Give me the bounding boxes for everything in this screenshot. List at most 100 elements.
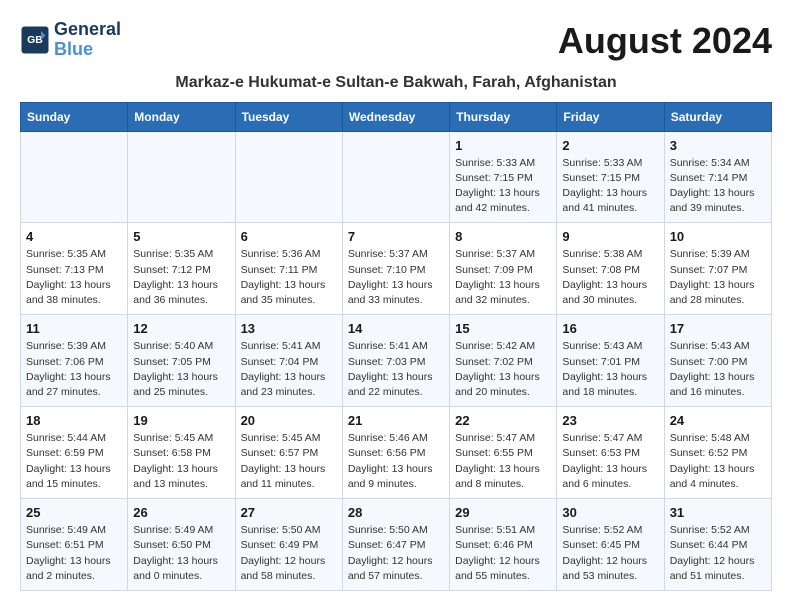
calendar-cell: 16 Sunrise: 5:43 AMSunset: 7:01 PMDayligh… — [557, 315, 664, 407]
day-number: 31 — [670, 505, 766, 520]
calendar-table: SundayMondayTuesdayWednesdayThursdayFrid… — [20, 102, 772, 591]
logo-icon: GB — [20, 25, 50, 55]
day-info: Sunrise: 5:40 AMSunset: 7:05 PMDaylight:… — [133, 339, 229, 400]
week-row-1: 1 Sunrise: 5:33 AMSunset: 7:15 PMDaylight… — [21, 131, 772, 223]
day-info: Sunrise: 5:37 AMSunset: 7:10 PMDaylight:… — [348, 247, 444, 308]
logo-line2: Blue — [54, 40, 121, 60]
calendar-cell: 29 Sunrise: 5:51 AMSunset: 6:46 PMDayligh… — [450, 499, 557, 591]
header-sunday: Sunday — [21, 102, 128, 131]
calendar-cell: 11Sunrise: 5:39 AMSunset: 7:06 PMDayligh… — [21, 315, 128, 407]
svg-text:GB: GB — [27, 34, 43, 46]
calendar-cell: 22Sunrise: 5:47 AMSunset: 6:55 PMDayligh… — [450, 407, 557, 499]
calendar-body: 1 Sunrise: 5:33 AMSunset: 7:15 PMDaylight… — [21, 131, 772, 590]
day-number: 7 — [348, 229, 444, 244]
calendar-cell: 6Sunrise: 5:36 AMSunset: 7:11 PMDaylight… — [235, 223, 342, 315]
month-year: August 2024 — [558, 20, 772, 62]
day-info: Sunrise: 5:44 AMSunset: 6:59 PMDaylight:… — [26, 431, 122, 492]
day-info: Sunrise: 5:49 AMSunset: 6:50 PMDaylight:… — [133, 523, 229, 584]
day-number: 25 — [26, 505, 122, 520]
week-row-2: 4 Sunrise: 5:35 AMSunset: 7:13 PMDaylight… — [21, 223, 772, 315]
calendar-cell: 1 Sunrise: 5:33 AMSunset: 7:15 PMDaylight… — [450, 131, 557, 223]
day-number: 23 — [562, 413, 658, 428]
day-number: 26 — [133, 505, 229, 520]
calendar-cell: 18 Sunrise: 5:44 AMSunset: 6:59 PMDayligh… — [21, 407, 128, 499]
calendar-cell: 5 Sunrise: 5:35 AMSunset: 7:12 PMDaylight… — [128, 223, 235, 315]
day-info: Sunrise: 5:50 AMSunset: 6:49 PMDaylight:… — [241, 523, 337, 584]
calendar-cell — [235, 131, 342, 223]
day-info: Sunrise: 5:35 AMSunset: 7:12 PMDaylight:… — [133, 247, 229, 308]
calendar-cell: 20 Sunrise: 5:45 AMSunset: 6:57 PMDayligh… — [235, 407, 342, 499]
day-info: Sunrise: 5:35 AMSunset: 7:13 PMDaylight:… — [26, 247, 122, 308]
week-row-3: 11Sunrise: 5:39 AMSunset: 7:06 PMDayligh… — [21, 315, 772, 407]
day-info: Sunrise: 5:42 AMSunset: 7:02 PMDaylight:… — [455, 339, 551, 400]
day-number: 3 — [670, 138, 766, 153]
day-info: Sunrise: 5:43 AMSunset: 7:00 PMDaylight:… — [670, 339, 766, 400]
calendar-cell — [342, 131, 449, 223]
calendar-cell: 9 Sunrise: 5:38 AMSunset: 7:08 PMDaylight… — [557, 223, 664, 315]
calendar-cell: 31 Sunrise: 5:52 AMSunset: 6:44 PMDayligh… — [664, 499, 771, 591]
day-number: 5 — [133, 229, 229, 244]
day-info: Sunrise: 5:47 AMSunset: 6:53 PMDaylight:… — [562, 431, 658, 492]
day-number: 19 — [133, 413, 229, 428]
day-number: 27 — [241, 505, 337, 520]
calendar-cell: 24 Sunrise: 5:48 AMSunset: 6:52 PMDayligh… — [664, 407, 771, 499]
day-number: 9 — [562, 229, 658, 244]
day-number: 22 — [455, 413, 551, 428]
location: Markaz-e Hukumat-e Sultan-e Bakwah, Fara… — [20, 74, 772, 92]
day-number: 16 — [562, 321, 658, 336]
day-number: 28 — [348, 505, 444, 520]
day-info: Sunrise: 5:39 AMSunset: 7:07 PMDaylight:… — [670, 247, 766, 308]
day-number: 12 — [133, 321, 229, 336]
header-wednesday: Wednesday — [342, 102, 449, 131]
calendar-cell: 23 Sunrise: 5:47 AMSunset: 6:53 PMDayligh… — [557, 407, 664, 499]
day-number: 2 — [562, 138, 658, 153]
calendar-cell: 8Sunrise: 5:37 AMSunset: 7:09 PMDaylight… — [450, 223, 557, 315]
calendar-cell: 21Sunrise: 5:46 AMSunset: 6:56 PMDayligh… — [342, 407, 449, 499]
day-info: Sunrise: 5:45 AMSunset: 6:57 PMDaylight:… — [241, 431, 337, 492]
day-info: Sunrise: 5:36 AMSunset: 7:11 PMDaylight:… — [241, 247, 337, 308]
header-saturday: Saturday — [664, 102, 771, 131]
header-thursday: Thursday — [450, 102, 557, 131]
calendar-cell: 10Sunrise: 5:39 AMSunset: 7:07 PMDayligh… — [664, 223, 771, 315]
day-info: Sunrise: 5:41 AMSunset: 7:04 PMDaylight:… — [241, 339, 337, 400]
day-info: Sunrise: 5:34 AMSunset: 7:14 PMDaylight:… — [670, 156, 766, 217]
calendar-cell: 4 Sunrise: 5:35 AMSunset: 7:13 PMDaylight… — [21, 223, 128, 315]
day-number: 15 — [455, 321, 551, 336]
calendar-cell: 7 Sunrise: 5:37 AMSunset: 7:10 PMDaylight… — [342, 223, 449, 315]
day-number: 18 — [26, 413, 122, 428]
month-year-title: August 2024 — [558, 20, 772, 62]
day-info: Sunrise: 5:33 AMSunset: 7:15 PMDaylight:… — [455, 156, 551, 217]
day-number: 21 — [348, 413, 444, 428]
day-number: 13 — [241, 321, 337, 336]
day-number: 20 — [241, 413, 337, 428]
day-number: 4 — [26, 229, 122, 244]
day-number: 29 — [455, 505, 551, 520]
day-number: 17 — [670, 321, 766, 336]
day-info: Sunrise: 5:52 AMSunset: 6:45 PMDaylight:… — [562, 523, 658, 584]
day-info: Sunrise: 5:41 AMSunset: 7:03 PMDaylight:… — [348, 339, 444, 400]
header-tuesday: Tuesday — [235, 102, 342, 131]
day-info: Sunrise: 5:45 AMSunset: 6:58 PMDaylight:… — [133, 431, 229, 492]
day-info: Sunrise: 5:38 AMSunset: 7:08 PMDaylight:… — [562, 247, 658, 308]
day-info: Sunrise: 5:52 AMSunset: 6:44 PMDaylight:… — [670, 523, 766, 584]
calendar-cell: 13 Sunrise: 5:41 AMSunset: 7:04 PMDayligh… — [235, 315, 342, 407]
day-info: Sunrise: 5:43 AMSunset: 7:01 PMDaylight:… — [562, 339, 658, 400]
header-friday: Friday — [557, 102, 664, 131]
calendar-cell: 26 Sunrise: 5:49 AMSunset: 6:50 PMDayligh… — [128, 499, 235, 591]
day-info: Sunrise: 5:48 AMSunset: 6:52 PMDaylight:… — [670, 431, 766, 492]
header-monday: Monday — [128, 102, 235, 131]
calendar-header-row: SundayMondayTuesdayWednesdayThursdayFrid… — [21, 102, 772, 131]
day-number: 8 — [455, 229, 551, 244]
calendar-cell: 25Sunrise: 5:49 AMSunset: 6:51 PMDayligh… — [21, 499, 128, 591]
calendar-cell: 2 Sunrise: 5:33 AMSunset: 7:15 PMDaylight… — [557, 131, 664, 223]
day-info: Sunrise: 5:51 AMSunset: 6:46 PMDaylight:… — [455, 523, 551, 584]
day-number: 24 — [670, 413, 766, 428]
calendar-cell: 14Sunrise: 5:41 AMSunset: 7:03 PMDayligh… — [342, 315, 449, 407]
day-info: Sunrise: 5:39 AMSunset: 7:06 PMDaylight:… — [26, 339, 122, 400]
day-info: Sunrise: 5:33 AMSunset: 7:15 PMDaylight:… — [562, 156, 658, 217]
day-number: 1 — [455, 138, 551, 153]
calendar-cell: 28Sunrise: 5:50 AMSunset: 6:47 PMDayligh… — [342, 499, 449, 591]
calendar-cell: 30Sunrise: 5:52 AMSunset: 6:45 PMDayligh… — [557, 499, 664, 591]
calendar-cell: 17 Sunrise: 5:43 AMSunset: 7:00 PMDayligh… — [664, 315, 771, 407]
week-row-5: 25Sunrise: 5:49 AMSunset: 6:51 PMDayligh… — [21, 499, 772, 591]
